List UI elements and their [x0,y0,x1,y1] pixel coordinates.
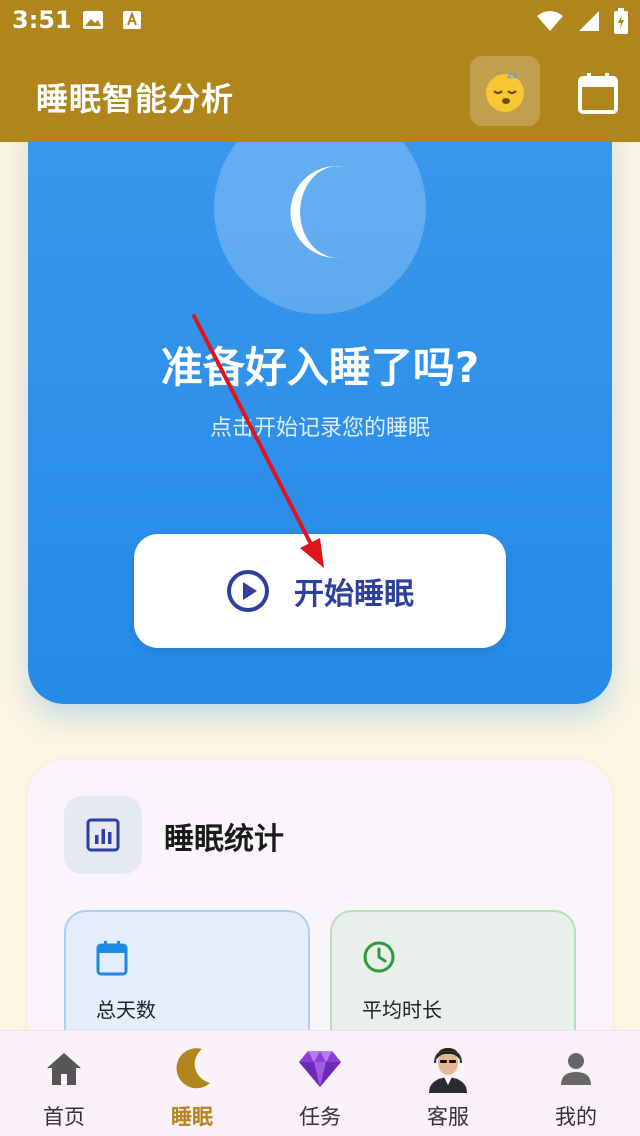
nav-item-home[interactable]: 首页 [0,1031,128,1136]
status-time: 3:51 [12,6,72,34]
gallery-icon [83,11,103,29]
svg-text:zz: zz [507,71,517,81]
app-title: 睡眠智能分析 [36,80,235,118]
signal-icon [579,11,599,31]
calendar-button[interactable] [574,70,622,118]
main-content[interactable]: 准备好入睡了吗? 点击开始记录您的睡眠 开始睡眠 睡眠统计 总天数 平均时长 [0,142,640,1030]
nav-label: 客服 [427,1105,469,1129]
calendar-icon [96,941,128,976]
stat-average-duration[interactable]: 平均时长 [330,910,576,1030]
stats-icon-box [64,796,142,874]
home-icon [47,1053,81,1085]
person-icon [561,1053,591,1085]
agent-avatar-icon [429,1048,467,1093]
sleep-emoji-button[interactable]: zz [470,56,540,126]
ready-subtitle: 点击开始记录您的睡眠 [209,416,430,441]
moon-icon [176,1048,210,1089]
gem-icon [299,1051,341,1087]
text-a-icon [123,11,141,29]
start-sleep-button[interactable]: 开始睡眠 [134,534,506,648]
bottom-nav: 首页 睡眠 任务 客服 我的 [0,1030,640,1136]
moon-icon [290,166,346,258]
nav-label: 我的 [555,1105,597,1129]
ready-title: 准备好入睡了吗? [160,343,480,392]
clock-icon [363,941,395,973]
sleep-start-card: 准备好入睡了吗? 点击开始记录您的睡眠 开始睡眠 [28,142,612,704]
play-circle-icon [227,570,269,612]
nav-label: 睡眠 [171,1105,213,1129]
moon-circle [214,142,426,314]
calendar-icon [578,73,618,114]
battery-icon [614,8,628,34]
sleeping-face-icon: zz [486,71,524,112]
stat-total-days[interactable]: 总天数 [64,910,310,1030]
bar-chart-icon [86,818,120,852]
nav-item-sleep[interactable]: 睡眠 [128,1031,256,1136]
nav-label: 首页 [43,1105,85,1129]
nav-item-service[interactable]: 客服 [384,1031,512,1136]
stat-label: 总天数 [96,998,156,1022]
stats-title: 睡眠统计 [164,822,284,857]
stat-label: 平均时长 [362,998,442,1022]
app-bar: 睡眠智能分析 zz [0,44,640,142]
nav-item-tasks[interactable]: 任务 [256,1031,384,1136]
status-bar: 3:51 [0,0,640,44]
start-sleep-label: 开始睡眠 [294,577,414,612]
wifi-icon [537,11,563,31]
sleep-stats-card: 睡眠统计 总天数 平均时长 [28,760,612,1030]
nav-label: 任务 [299,1105,341,1129]
nav-item-profile[interactable]: 我的 [512,1031,640,1136]
